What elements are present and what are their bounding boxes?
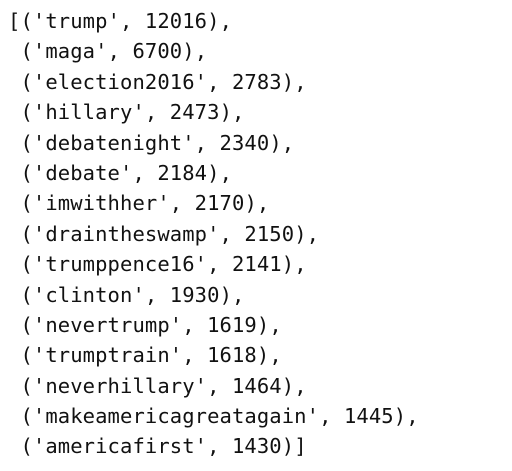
list-item: ('nevertrump', 1619), [20,312,282,337]
count-value: 2340 [219,130,270,155]
list-item: ('draintheswamp', 2150), [20,221,320,246]
count-value: 2141 [231,252,282,277]
list-item: ('clinton', 1930), [20,282,245,307]
count-value: 2783 [231,69,282,94]
count-value: 2184 [157,160,208,185]
hashtag-text: trump [45,9,108,33]
hashtag-text: debate [45,160,120,185]
list-item: ('debate', 2184), [20,160,233,185]
count-value: 6700 [132,39,183,64]
list-item: ('americafirst', 1430)] [20,434,307,459]
hashtag-text: clinton [45,282,133,307]
count-value: 1430 [231,434,282,459]
list-item: ('imwithher', 2170), [20,191,270,216]
hashtag-text: maga [45,39,96,64]
count-value: 1464 [231,373,282,398]
count-value: 1445 [343,404,394,429]
list-item: ('trumppence16', 2141), [20,252,307,277]
hashtag-text: imwithher [45,191,158,216]
count-value: 1930 [169,282,220,307]
hashtag-text: makeamericagreatagain [45,404,307,429]
count-value: 2473 [169,100,220,125]
hashtag-text: americafirst [45,434,195,459]
list-item: ('trumptrain', 1618), [20,343,282,368]
list-item: ('neverhillary', 1464), [20,373,307,398]
count-value: 2150 [244,221,295,246]
hashtag-text: draintheswamp [45,221,208,246]
hashtag-text: neverhillary [45,373,195,398]
hashtag-text: debatenight [45,130,183,155]
list-item: ('election2016', 2783), [20,69,307,94]
count-value: 12016 [144,9,208,33]
hashtag-text: election2016 [45,69,195,94]
code-output: [('trump', 12016), ('maga', 6700), ('ele… [8,6,419,462]
hashtag-text: trumptrain [45,343,170,368]
close-bracket: ] [294,434,307,459]
open-bracket: [ [8,9,21,33]
list-item: ('maga', 6700), [20,39,208,64]
hashtag-text: nevertrump [45,312,170,337]
list-item: ('makeamericagreatagain', 1445), [20,404,419,429]
list-item: ('hillary', 2473), [20,100,245,125]
hashtag-text: trumppence16 [45,252,195,277]
list-item: ('debatenight', 2340), [20,130,295,155]
hashtag-text: hillary [45,100,133,125]
list-item: [('trump', 12016), [8,9,233,33]
count-value: 2170 [194,191,245,216]
count-value: 1619 [207,312,257,337]
count-value: 1618 [207,343,257,368]
